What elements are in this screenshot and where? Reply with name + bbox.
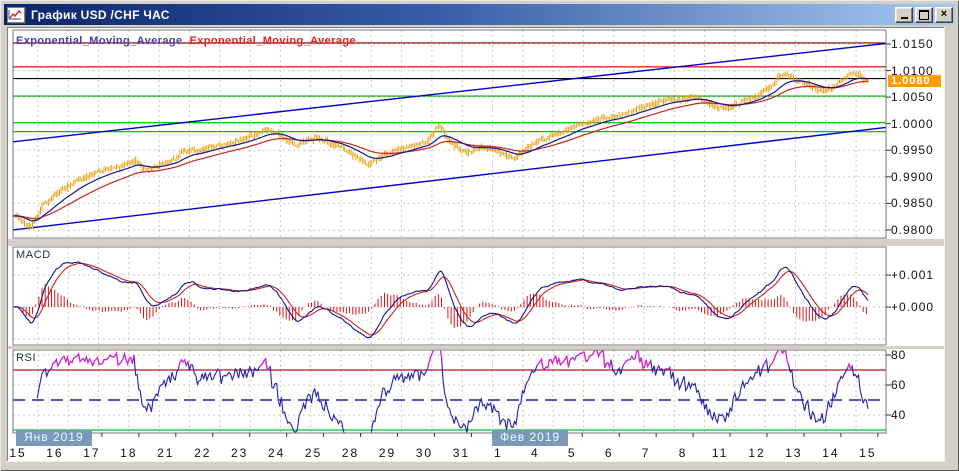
minimize-button[interactable]: [895, 7, 913, 23]
chart-window: { "window": { "title": "График USD /CHF …: [0, 0, 959, 471]
chart-canvas[interactable]: [0, 0, 959, 471]
maximize-button[interactable]: [915, 7, 933, 23]
minimize-icon: [901, 17, 908, 19]
maximize-icon: [919, 10, 929, 20]
app-icon: [7, 7, 25, 23]
close-icon: ×: [941, 9, 947, 20]
title-bar[interactable]: График USD /CHF ЧАС ×: [4, 4, 955, 25]
close-button[interactable]: ×: [935, 7, 953, 23]
window-title: График USD /CHF ЧАС: [31, 8, 893, 22]
